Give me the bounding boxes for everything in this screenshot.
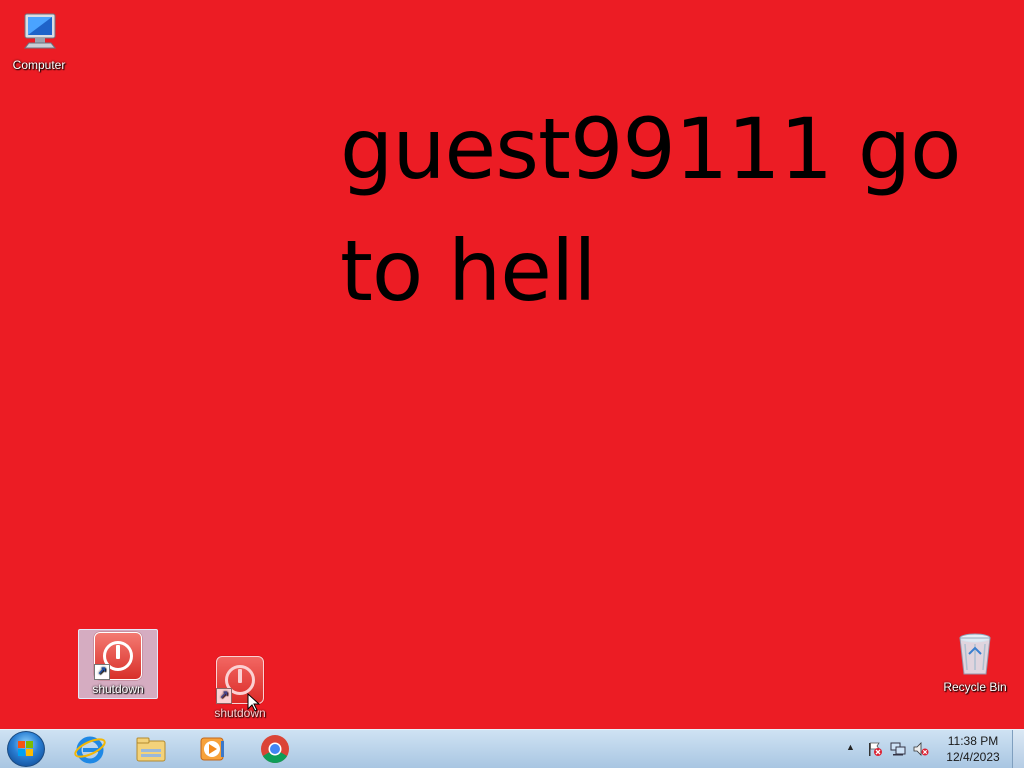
clock-time: 11:38 PM [947, 734, 999, 748]
chrome-icon [261, 735, 289, 763]
taskbar-clock[interactable]: 11:38 PM 12/4/2023 [934, 733, 1012, 765]
internet-explorer-icon [74, 736, 106, 764]
network-icon[interactable] [890, 741, 906, 757]
taskbar-internet-explorer[interactable] [73, 733, 107, 765]
taskbar-media-player[interactable] [195, 733, 229, 765]
wallpaper-line-2: to hell [340, 222, 597, 320]
media-player-icon [200, 737, 224, 761]
wallpaper-line-1: guest99111 go [340, 100, 962, 198]
desktop-icon-recycle-bin[interactable]: Recycle Bin [936, 630, 1014, 694]
desktop-icon-label: Recycle Bin [943, 680, 1007, 694]
desktop-icon-label: shutdown [214, 706, 266, 720]
start-button[interactable] [7, 731, 45, 767]
shortcut-arrow-icon: ↗ [94, 664, 110, 680]
mouse-cursor-icon [247, 692, 261, 718]
computer-icon [15, 8, 63, 56]
desktop-icon-shutdown-dragging[interactable]: ↗ shutdown [201, 656, 279, 720]
desktop-icon-label: shutdown [92, 682, 144, 696]
desktop-icon-computer[interactable]: Computer [0, 8, 78, 72]
shortcut-arrow-icon: ↗ [216, 688, 232, 704]
folder-icon [136, 737, 166, 762]
windows-logo-icon [18, 741, 34, 757]
wallpaper-text: guest99111 go to hell [340, 88, 1000, 332]
desktop[interactable]: guest99111 go to hell Computer ↗ shutdow… [0, 0, 1024, 729]
clock-date: 12/4/2023 [946, 750, 1000, 764]
taskbar-chrome[interactable] [258, 733, 292, 765]
show-hidden-icons[interactable]: ▲ [846, 742, 855, 752]
shutdown-shortcut-icon: ↗ [94, 632, 142, 680]
show-desktop-button[interactable] [1012, 730, 1024, 768]
action-center-flag-icon[interactable] [867, 741, 883, 757]
desktop-icon-shutdown-selected[interactable]: ↗ shutdown [78, 629, 158, 699]
taskbar-windows-explorer[interactable] [134, 733, 168, 765]
taskbar: ▲ 11:38 PM 12/4/2023 [0, 729, 1024, 768]
system-tray: ▲ [843, 730, 933, 768]
recycle-bin-icon [951, 630, 999, 678]
volume-muted-icon[interactable] [913, 741, 929, 757]
desktop-icon-label: Computer [12, 58, 66, 72]
